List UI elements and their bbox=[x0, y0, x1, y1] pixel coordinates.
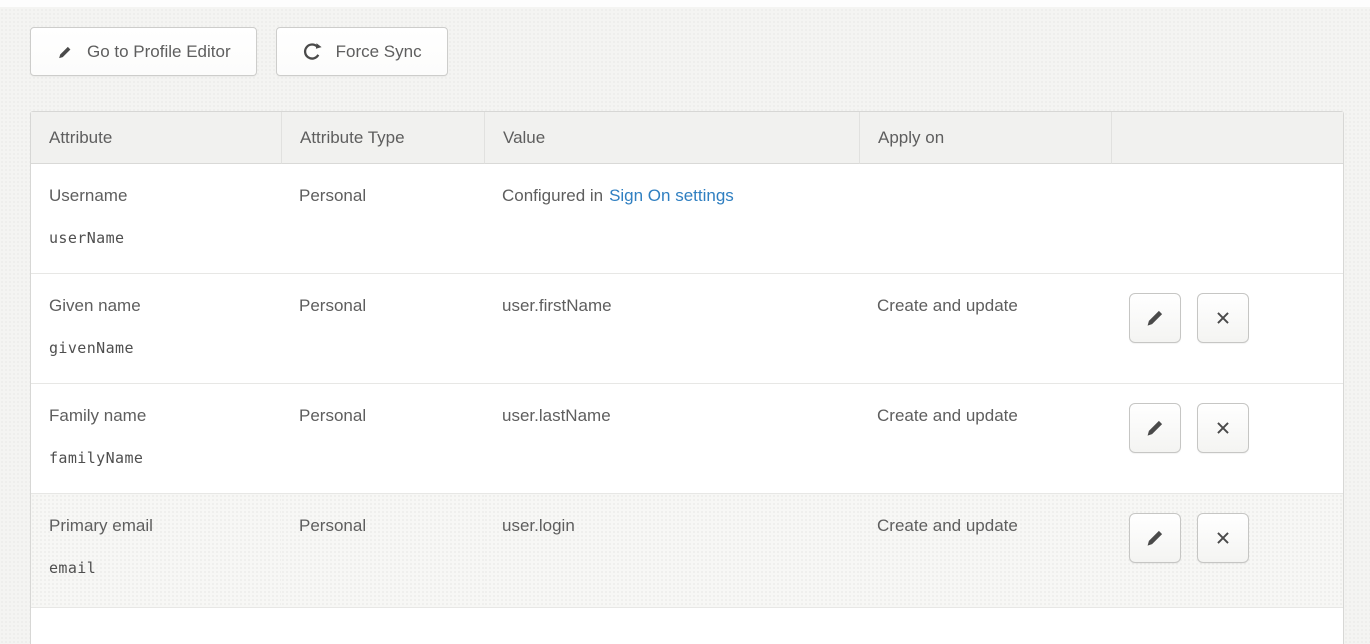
go-to-profile-editor-label: Go to Profile Editor bbox=[87, 42, 231, 62]
apply-on-cell: Create and update bbox=[859, 494, 1111, 608]
table-row-partial bbox=[31, 608, 1343, 644]
attribute-label: Given name bbox=[49, 296, 265, 316]
remove-attribute-button[interactable] bbox=[1197, 403, 1249, 453]
x-icon bbox=[1212, 417, 1234, 439]
attribute-label: Primary email bbox=[49, 516, 265, 536]
attribute-mapping-table: Attribute Attribute Type Value Apply on … bbox=[30, 111, 1342, 644]
attribute-mappings-page: Go to Profile Editor Force Sync Attribut… bbox=[0, 0, 1370, 644]
pencil-icon bbox=[1143, 416, 1167, 440]
value-cell: user.lastName bbox=[484, 384, 859, 494]
toolbar: Go to Profile Editor Force Sync bbox=[30, 27, 1342, 76]
table-row-given-name: Given name givenName Personal user.first… bbox=[31, 274, 1343, 384]
actions-cell bbox=[1111, 164, 1343, 274]
actions-cell bbox=[1111, 274, 1343, 384]
table-row-primary-email: Primary email email Personal user.login … bbox=[31, 494, 1343, 608]
column-header-actions bbox=[1111, 112, 1343, 164]
pencil-icon bbox=[1143, 526, 1167, 550]
table-header-row: Attribute Attribute Type Value Apply on bbox=[31, 112, 1343, 164]
value-text: Configured in bbox=[502, 186, 603, 205]
attribute-variable-name: userName bbox=[49, 229, 265, 247]
apply-on-cell bbox=[859, 164, 1111, 274]
value-cell: user.login bbox=[484, 494, 859, 608]
attribute-type-cell: Personal bbox=[281, 274, 484, 384]
force-sync-button[interactable]: Force Sync bbox=[276, 27, 448, 76]
remove-attribute-button[interactable] bbox=[1197, 513, 1249, 563]
attribute-type-cell: Personal bbox=[281, 384, 484, 494]
sign-on-settings-link[interactable]: Sign On settings bbox=[609, 186, 734, 205]
attribute-variable-name: familyName bbox=[49, 449, 265, 467]
attribute-label: Username bbox=[49, 186, 265, 206]
column-header-attribute-type: Attribute Type bbox=[281, 112, 484, 164]
attribute-label: Family name bbox=[49, 406, 265, 426]
table-row-username: Username userName Personal Configured in… bbox=[31, 164, 1343, 274]
table-row-family-name: Family name familyName Personal user.las… bbox=[31, 384, 1343, 494]
edit-attribute-button[interactable] bbox=[1129, 293, 1181, 343]
value-cell: user.firstName bbox=[484, 274, 859, 384]
pencil-icon bbox=[1143, 306, 1167, 330]
apply-on-cell: Create and update bbox=[859, 384, 1111, 494]
attribute-variable-name: givenName bbox=[49, 339, 265, 357]
x-icon bbox=[1212, 307, 1234, 329]
pencil-icon bbox=[56, 43, 74, 61]
value-cell: Configured in Sign On settings bbox=[484, 164, 859, 274]
actions-cell bbox=[1111, 494, 1343, 608]
apply-on-cell: Create and update bbox=[859, 274, 1111, 384]
edit-attribute-button[interactable] bbox=[1129, 403, 1181, 453]
column-header-attribute: Attribute bbox=[31, 112, 281, 164]
x-icon bbox=[1212, 527, 1234, 549]
attribute-type-cell: Personal bbox=[281, 494, 484, 608]
attribute-type-cell: Personal bbox=[281, 164, 484, 274]
actions-cell bbox=[1111, 384, 1343, 494]
force-sync-label: Force Sync bbox=[336, 42, 422, 62]
go-to-profile-editor-button[interactable]: Go to Profile Editor bbox=[30, 27, 257, 76]
edit-attribute-button[interactable] bbox=[1129, 513, 1181, 563]
column-header-value: Value bbox=[484, 112, 859, 164]
attribute-variable-name: email bbox=[49, 559, 265, 577]
column-header-apply-on: Apply on bbox=[859, 112, 1111, 164]
remove-attribute-button[interactable] bbox=[1197, 293, 1249, 343]
refresh-icon bbox=[302, 41, 323, 62]
